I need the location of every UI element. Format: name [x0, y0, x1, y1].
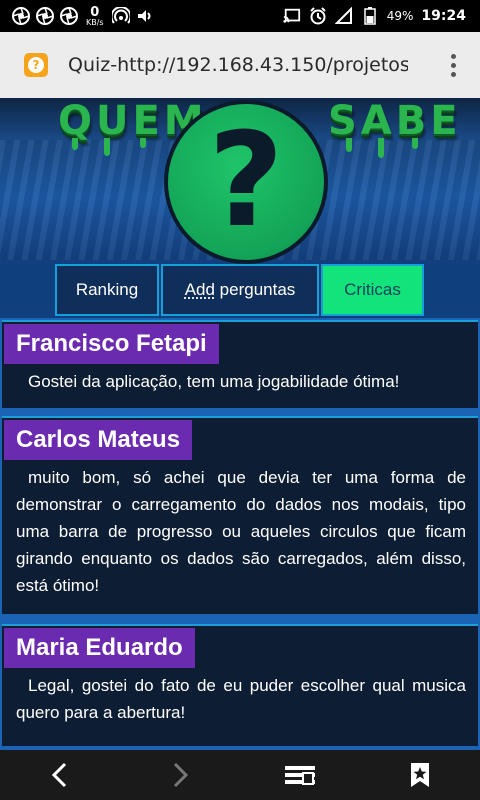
tab-criticas[interactable]: Criticas [321, 264, 424, 316]
slime-drip [104, 138, 110, 156]
alarm-icon [309, 7, 327, 25]
chevron-right-icon [173, 762, 189, 788]
question-favicon-icon: ? [24, 53, 48, 77]
battery-icon [361, 7, 379, 25]
comment-author: Carlos Mateus [4, 420, 193, 460]
tabs-icon [285, 766, 315, 785]
bookmark-button[interactable] [390, 755, 450, 795]
cast-icon [283, 7, 301, 25]
dot-icon [450, 62, 456, 68]
overflow-menu-button[interactable] [448, 53, 458, 77]
comment-author: Maria Eduardo [4, 628, 195, 668]
question-mark-icon: ? [208, 104, 284, 256]
back-button[interactable] [30, 755, 90, 795]
browser-address-bar: ? Quiz-http://192.168.43.150/projetos/q [0, 32, 480, 98]
tab-ranking[interactable]: Ranking [55, 264, 159, 316]
chevron-left-icon [51, 762, 67, 788]
comment-text: muito bom, só achei que devia ter uma fo… [16, 468, 466, 595]
tab-bar: Ranking Add perguntas Criticas [0, 264, 480, 318]
aperture-icon [12, 7, 30, 25]
url-field[interactable]: Quiz-http://192.168.43.150/projetos/q [68, 54, 408, 76]
comment-text: Gostei da aplicação, tem uma jogabilidad… [28, 372, 400, 391]
comment-text: Legal, gostei do fato de eu puder escolh… [16, 676, 466, 722]
browser-bottom-bar [0, 750, 480, 800]
slime-drip [72, 138, 78, 150]
forward-button[interactable] [150, 755, 210, 795]
comment-card: Maria Eduardo Legal, gostei do fato de e… [2, 624, 478, 746]
slime-drip [346, 138, 352, 152]
clock: 19:24 [421, 8, 466, 24]
network-speed: 0 KB/s [86, 6, 104, 27]
comment-card: Francisco Fetapi Gostei da aplicação, te… [2, 320, 478, 408]
bookmark-star-icon [411, 763, 429, 787]
slime-drip [412, 138, 418, 149]
tab-criticas-label: Criticas [344, 280, 401, 299]
battery-percentage: 49% [386, 9, 414, 23]
dot-icon [450, 71, 456, 77]
comments-list: Francisco Fetapi Gostei da aplicação, te… [0, 318, 480, 750]
network-speed-unit: KB/s [86, 17, 104, 27]
comment-author: Francisco Fetapi [4, 324, 219, 364]
comment-card: Carlos Mateus muito bom, só achei que de… [2, 416, 478, 614]
status-bar: 0 KB/s 49% 19:24 [0, 0, 480, 32]
hotspot-icon [111, 7, 130, 25]
signal-icon [334, 7, 353, 25]
network-speed-value: 0 [90, 4, 100, 20]
header-banner: QUEM SABE ? [0, 98, 480, 264]
dot-icon [450, 53, 456, 59]
aperture-icon [60, 7, 78, 25]
volume-icon [136, 7, 154, 25]
tab-ranking-label: Ranking [75, 280, 139, 299]
tab-add-perguntas[interactable]: Add perguntas [161, 264, 319, 316]
aperture-icon [36, 7, 54, 25]
slime-drip [140, 138, 146, 148]
tabs-button[interactable] [270, 755, 330, 795]
tab-add-label-rest: perguntas [214, 280, 296, 299]
slime-drip [378, 138, 384, 158]
tab-add-label-underlined: Add [184, 280, 215, 299]
question-logo: ? [164, 100, 328, 264]
